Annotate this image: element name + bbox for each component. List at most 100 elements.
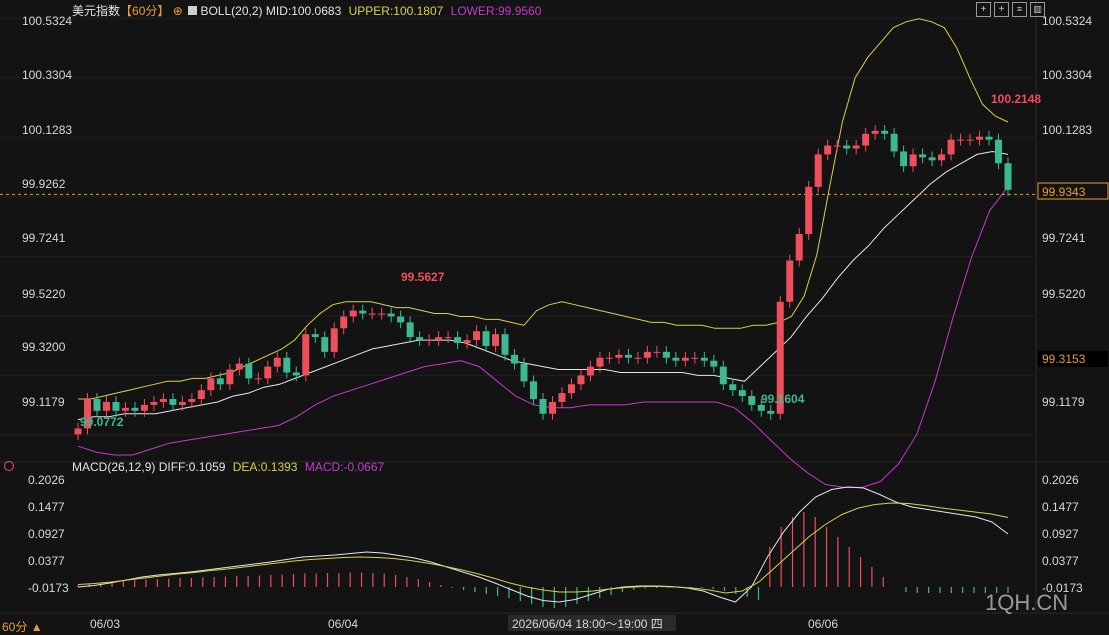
candle-up — [368, 313, 376, 315]
candle-down — [719, 366, 727, 385]
candle-down — [482, 331, 490, 346]
x-tick-label: 06/04 — [328, 617, 358, 631]
macd-tick-left: 0.2026 — [28, 473, 65, 487]
macd-value-label: MACD:-0.0667 — [304, 460, 385, 474]
macd-tick-right: 0.0377 — [1042, 554, 1079, 568]
candle-up — [567, 384, 575, 394]
candle-up — [178, 401, 186, 405]
candle-up — [862, 133, 870, 146]
candle-up — [340, 316, 348, 329]
candle-down — [539, 399, 547, 414]
price-tick-right: 100.3304 — [1042, 68, 1092, 82]
candle-up — [74, 428, 82, 435]
candle-up — [586, 366, 594, 376]
candle-down — [919, 154, 927, 158]
candle-up — [596, 357, 604, 367]
period-label[interactable]: 60分 — [2, 620, 27, 634]
price-tick-right: 99.1179 — [1042, 395, 1085, 409]
candle-down — [710, 360, 718, 367]
candle-down — [169, 399, 177, 405]
diff-label: DIFF:0.1059 — [158, 460, 226, 474]
macd-pane-header: MACD(26,12,9) DIFF:0.1059 DEA:0.1393 MAC… — [72, 460, 384, 474]
candle-up — [976, 136, 984, 140]
price-tick-left: 99.7241 — [22, 231, 66, 245]
period-tag[interactable]: 【60分】 — [120, 4, 169, 18]
local-high-label: 99.5627 — [401, 270, 445, 284]
price-tick-left: 100.3304 — [22, 68, 72, 82]
crosshair-icon[interactable]: + — [976, 2, 991, 17]
watermark: 1QH.CN — [985, 590, 1068, 615]
split-window-icon[interactable]: ▥ — [1030, 2, 1045, 17]
settings-icon[interactable]: ⊕ — [173, 4, 183, 18]
candle-down — [292, 372, 300, 376]
macd-tick-left: 0.1477 — [28, 500, 65, 514]
price-tick-left: 99.1179 — [22, 395, 65, 409]
price-tick-right: 99.5220 — [1042, 287, 1086, 301]
candle-down — [662, 351, 670, 358]
candle-down — [501, 334, 509, 355]
candle-down — [890, 133, 898, 152]
candle-up — [577, 375, 585, 385]
move-icon[interactable]: + — [994, 2, 1009, 17]
macd-tick-left: -0.0173 — [28, 581, 69, 595]
candle-up — [938, 154, 946, 161]
period-up-arrow-icon[interactable]: ▲ — [27, 620, 43, 634]
macd-label: MACD(26,12,9) — [72, 460, 156, 474]
candle-down — [359, 310, 367, 314]
macd-tick-right: 0.0927 — [1042, 527, 1079, 541]
candle-up — [795, 233, 803, 261]
candle-up — [188, 399, 196, 402]
period-selector[interactable]: 60分 ▲ — [2, 618, 43, 635]
candle-up — [492, 334, 500, 346]
candle-down — [985, 136, 993, 140]
candle-down — [454, 337, 462, 344]
candle-up — [235, 363, 243, 370]
candle-up — [605, 357, 613, 359]
x-tick-label: 06/06 — [808, 617, 838, 631]
candle-down — [520, 363, 528, 382]
candle-down — [406, 322, 414, 338]
candle-down — [530, 381, 538, 400]
candle-up — [957, 139, 965, 141]
candle-up — [824, 145, 832, 155]
indicator-icon[interactable] — [188, 6, 198, 15]
candle-down — [245, 363, 253, 379]
candle-down — [511, 354, 519, 364]
candle-up — [444, 337, 452, 339]
candle-up — [264, 366, 272, 379]
candle-up — [473, 331, 481, 341]
candle-up — [435, 337, 443, 341]
candle-up — [254, 378, 262, 380]
macd-pane-marker-icon[interactable] — [4, 461, 14, 471]
x-tick-label: 06/03 — [90, 617, 120, 631]
candle-up — [814, 154, 822, 187]
candle-down — [416, 337, 424, 341]
document-icon[interactable]: ≡ — [1012, 2, 1027, 17]
candle-down — [928, 157, 936, 161]
candle-up — [634, 357, 642, 359]
price-tick-left: 99.3200 — [22, 340, 66, 354]
candle-up — [197, 390, 205, 400]
candle-up — [615, 354, 623, 358]
candle-up — [273, 357, 281, 367]
candle-down — [397, 316, 405, 323]
candle-up — [909, 154, 917, 167]
candle-down — [738, 390, 746, 397]
cursor-price-label: 99.3153 — [1042, 352, 1086, 366]
max-price-label: 100.2148 — [991, 92, 1041, 106]
mid-label: MID:100.0683 — [265, 4, 342, 18]
candle-down — [216, 378, 224, 385]
candle-down — [881, 130, 889, 134]
candle-down — [767, 410, 775, 414]
candle-up — [966, 139, 974, 141]
candle-down — [1004, 163, 1012, 190]
candle-down — [843, 145, 851, 149]
candle-down — [131, 407, 139, 411]
candle-up — [349, 310, 357, 317]
window-toolbar: + + ≡ ▥ — [976, 2, 1045, 17]
candle-down — [672, 357, 680, 361]
lower-label: LOWER:99.9560 — [450, 4, 542, 18]
chart-canvas: 100.2148 99.5627 99.1604 99.0772 100.5324 1… — [0, 0, 1109, 635]
candle-up — [643, 351, 651, 358]
price-tick-left: 99.9262 — [22, 177, 66, 191]
